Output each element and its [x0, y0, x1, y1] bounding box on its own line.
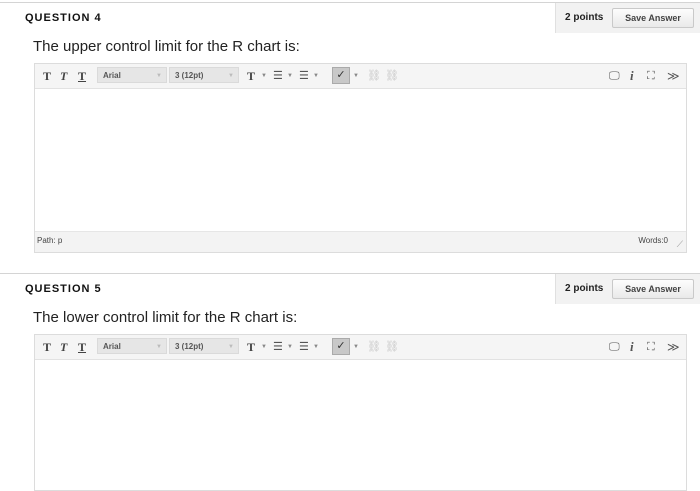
collapse-toolbar-icon[interactable]: ≫: [667, 68, 680, 84]
question-4: QUESTION 4 2 points Save Answer The uppe…: [0, 2, 700, 253]
chevron-down-icon: ▼: [156, 73, 162, 79]
font-size-select[interactable]: 3 (12pt) ▼: [169, 67, 239, 83]
chevron-down-icon[interactable]: ▼: [313, 339, 319, 355]
path-label: Path: p: [37, 236, 63, 245]
fullscreen-icon[interactable]: ⛶: [647, 339, 655, 355]
chevron-down-icon[interactable]: ▼: [261, 339, 267, 355]
italic-icon[interactable]: T: [60, 68, 67, 84]
text-color-icon[interactable]: T: [247, 68, 255, 84]
unlink-icon[interactable]: ⛓: [385, 68, 399, 84]
info-icon[interactable]: i: [630, 339, 634, 355]
chevron-down-icon: ▼: [228, 344, 234, 350]
italic-icon[interactable]: T: [60, 339, 67, 355]
points-label: 2 points: [565, 283, 604, 294]
answer-text-area[interactable]: [35, 360, 686, 490]
spellcheck-icon[interactable]: ✓: [332, 338, 350, 355]
font-family-value: Arial: [103, 71, 121, 80]
chevron-down-icon[interactable]: ▼: [287, 339, 293, 355]
question-title: QUESTION 4: [25, 12, 102, 24]
chevron-down-icon[interactable]: ▼: [287, 68, 293, 84]
text-color-icon[interactable]: T: [247, 339, 255, 355]
points-box: 2 points Save Answer: [555, 274, 700, 304]
editor-toolbar: T T T Arial ▼ 3 (12pt) ▼ T ▼ ☰ ▼ ☰ ▼ ✓ ▼…: [35, 64, 686, 89]
font-family-value: Arial: [103, 342, 121, 351]
bullet-list-icon[interactable]: ☰: [273, 339, 283, 355]
chevron-down-icon: ▼: [228, 73, 234, 79]
font-size-value: 3 (12pt): [175, 342, 204, 351]
question-header: QUESTION 4 2 points Save Answer: [0, 2, 700, 33]
answer-text-area[interactable]: [35, 89, 686, 231]
chevron-down-icon: ▼: [156, 344, 162, 350]
font-family-select[interactable]: Arial ▼: [97, 338, 167, 354]
font-size-select[interactable]: 3 (12pt) ▼: [169, 338, 239, 354]
numbered-list-icon[interactable]: ☰: [299, 68, 309, 84]
collapse-toolbar-icon[interactable]: ≫: [667, 339, 680, 355]
rich-text-editor: T T T Arial ▼ 3 (12pt) ▼ T ▼ ☰ ▼ ☰ ▼ ✓ ▼…: [34, 334, 687, 491]
bold-icon[interactable]: T: [43, 339, 51, 355]
bold-icon[interactable]: T: [43, 68, 51, 84]
question-text: The upper control limit for the R chart …: [33, 38, 300, 55]
info-icon[interactable]: i: [630, 68, 634, 84]
bullet-list-icon[interactable]: ☰: [273, 68, 283, 84]
link-icon[interactable]: ⛓: [367, 339, 381, 355]
chevron-down-icon[interactable]: ▼: [353, 339, 359, 355]
question-text: The lower control limit for the R chart …: [33, 309, 298, 326]
chevron-down-icon[interactable]: ▼: [313, 68, 319, 84]
question-title: QUESTION 5: [25, 283, 102, 295]
rich-text-editor: T T T Arial ▼ 3 (12pt) ▼ T ▼ ☰ ▼ ☰ ▼ ✓ ▼…: [34, 63, 687, 253]
font-family-select[interactable]: Arial ▼: [97, 67, 167, 83]
fullscreen-icon[interactable]: ⛶: [647, 68, 655, 84]
spellcheck-icon[interactable]: ✓: [332, 67, 350, 84]
word-count: Words:0: [638, 236, 668, 245]
save-answer-button[interactable]: Save Answer: [612, 279, 694, 299]
resize-handle-icon[interactable]: ⟋: [677, 239, 683, 250]
underline-icon[interactable]: T: [78, 339, 86, 355]
preview-icon[interactable]: 🖵: [609, 339, 620, 355]
question-header: QUESTION 5 2 points Save Answer: [0, 273, 700, 304]
question-5: QUESTION 5 2 points Save Answer The lowe…: [0, 273, 700, 491]
preview-icon[interactable]: 🖵: [609, 68, 620, 84]
font-size-value: 3 (12pt): [175, 71, 204, 80]
chevron-down-icon[interactable]: ▼: [261, 68, 267, 84]
save-answer-button[interactable]: Save Answer: [612, 8, 694, 28]
points-label: 2 points: [565, 12, 604, 23]
editor-status-bar: Path: p Words:0 ⟋: [35, 231, 686, 252]
underline-icon[interactable]: T: [78, 68, 86, 84]
chevron-down-icon[interactable]: ▼: [353, 68, 359, 84]
link-icon[interactable]: ⛓: [367, 68, 381, 84]
unlink-icon[interactable]: ⛓: [385, 339, 399, 355]
points-box: 2 points Save Answer: [555, 3, 700, 33]
numbered-list-icon[interactable]: ☰: [299, 339, 309, 355]
editor-toolbar: T T T Arial ▼ 3 (12pt) ▼ T ▼ ☰ ▼ ☰ ▼ ✓ ▼…: [35, 335, 686, 360]
